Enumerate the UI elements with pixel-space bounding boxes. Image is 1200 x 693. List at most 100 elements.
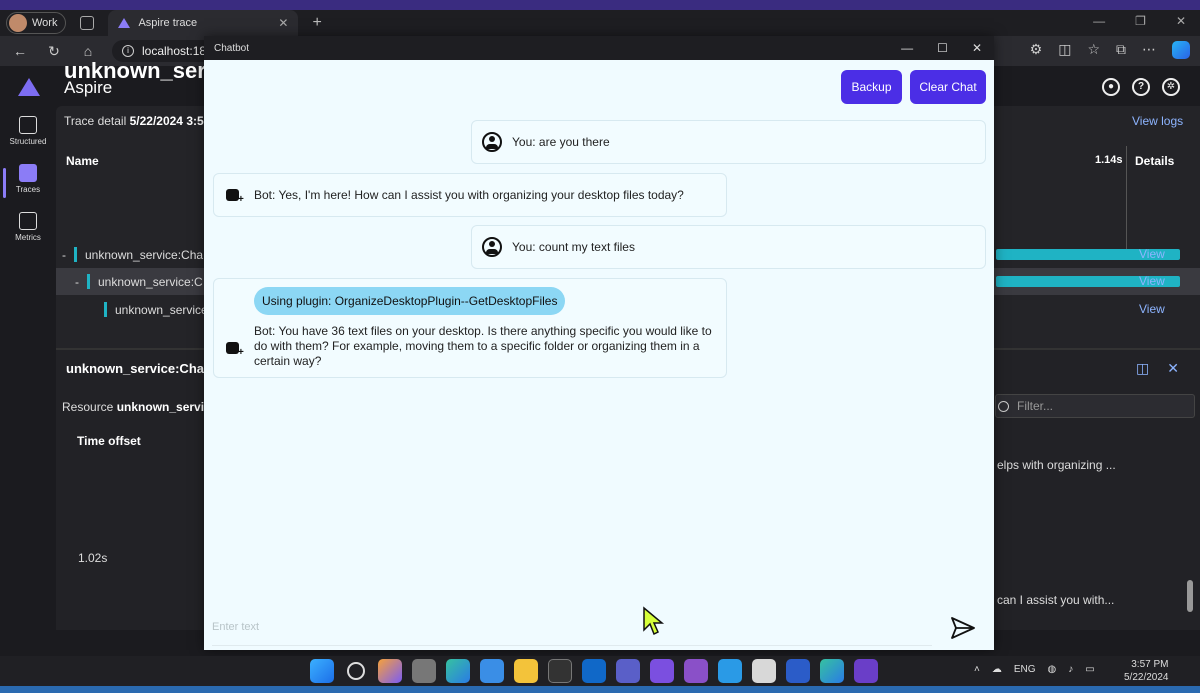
new-tab-icon[interactable]: + bbox=[312, 14, 321, 32]
time-offset-value: 1.02s bbox=[78, 551, 108, 565]
screen-bottom-edge bbox=[0, 686, 1200, 693]
span-color-mark bbox=[104, 302, 107, 317]
github-icon[interactable]: ● bbox=[1102, 78, 1120, 96]
docker-icon[interactable] bbox=[718, 659, 742, 683]
view-logs-link[interactable]: View logs bbox=[1132, 114, 1183, 128]
edge-icon[interactable] bbox=[446, 659, 470, 683]
volume-icon[interactable]: ♪ bbox=[1068, 664, 1073, 675]
chatbot-window-title: Chatbot bbox=[214, 42, 250, 54]
collapse-toggle[interactable]: - bbox=[75, 275, 79, 289]
maximize-icon[interactable]: ☐ bbox=[937, 41, 948, 55]
visual-studio-code-icon[interactable] bbox=[650, 659, 674, 683]
view-details-link[interactable]: View bbox=[1139, 302, 1165, 316]
collapse-toggle[interactable]: - bbox=[62, 248, 66, 262]
taskbar-clock[interactable]: 3:57 PM 5/22/2024 bbox=[1124, 658, 1169, 684]
span-name: unknown_service:C bbox=[98, 274, 203, 289]
close-panel-icon[interactable]: ✕ bbox=[1167, 360, 1179, 377]
clock-time: 3:57 PM bbox=[1131, 659, 1169, 670]
file-explorer-icon[interactable] bbox=[514, 659, 538, 683]
backup-button[interactable]: Backup bbox=[841, 70, 902, 104]
chat-input[interactable]: Enter text bbox=[212, 608, 932, 646]
maximize-icon[interactable]: ❐ bbox=[1135, 14, 1146, 28]
dotnet-icon[interactable] bbox=[854, 659, 878, 683]
minimize-icon[interactable]: — bbox=[901, 41, 913, 55]
close-window-icon[interactable]: ✕ bbox=[1176, 14, 1186, 28]
trace-detail-value: 5/22/2024 3:5 bbox=[129, 114, 204, 128]
outlook-icon[interactable] bbox=[582, 659, 606, 683]
language-indicator[interactable]: ENG bbox=[1014, 664, 1036, 675]
clock-date: 5/22/2024 bbox=[1124, 672, 1169, 683]
collections-icon[interactable]: ⧉ bbox=[1116, 41, 1126, 59]
browser-tab-bar: Work Aspire trace ✕ + — ❐ ✕ bbox=[0, 10, 1200, 36]
filter-input[interactable]: Filter... bbox=[995, 394, 1195, 418]
view-details-link[interactable]: View bbox=[1139, 247, 1165, 261]
search-icon bbox=[998, 400, 1009, 412]
split-screen-icon[interactable]: ◫ bbox=[1058, 41, 1071, 59]
plugin-badge: Using plugin: OrganizeDesktopPlugin--Get… bbox=[254, 287, 566, 315]
scrollbar-thumb[interactable] bbox=[1187, 580, 1193, 612]
visual-studio-icon[interactable] bbox=[684, 659, 708, 683]
extensions-icon[interactable]: ⚙ bbox=[1030, 41, 1043, 59]
system-tray: ˄ ☁ ENG ◍ ♪ ▭ bbox=[974, 664, 1095, 675]
user-avatar-icon bbox=[482, 237, 502, 257]
close-tab-icon[interactable]: ✕ bbox=[278, 16, 288, 30]
message-text: Bot: Yes, I'm here! How can I assist you… bbox=[254, 188, 684, 202]
trace-detail: Trace detail 5/22/2024 3:5 bbox=[64, 114, 204, 128]
nav-structured[interactable]: Structured bbox=[0, 116, 56, 146]
store-icon[interactable] bbox=[480, 659, 504, 683]
help-icon[interactable]: ? bbox=[1132, 78, 1150, 96]
refresh-icon[interactable]: ↻ bbox=[40, 43, 68, 60]
aspire-favicon-icon bbox=[118, 18, 131, 28]
copilot-icon[interactable] bbox=[1172, 41, 1190, 59]
settings-gear-icon[interactable]: ✲ bbox=[1162, 78, 1180, 96]
battery-icon[interactable]: ▭ bbox=[1085, 664, 1094, 675]
chat-toolbar: Backup Clear Chat bbox=[204, 60, 994, 114]
nav-label: Structured bbox=[9, 137, 47, 146]
close-window-icon[interactable]: ✕ bbox=[972, 41, 982, 55]
column-divider bbox=[1126, 146, 1127, 256]
span-color-mark bbox=[74, 247, 77, 262]
send-icon[interactable] bbox=[950, 616, 976, 640]
clear-chat-button[interactable]: Clear Chat bbox=[910, 70, 986, 104]
onedrive-icon[interactable]: ☁ bbox=[992, 664, 1002, 675]
back-icon[interactable]: ← bbox=[6, 43, 34, 59]
message-text: Bot: You have 36 text files on your desk… bbox=[254, 324, 712, 368]
site-info-icon[interactable]: i bbox=[122, 45, 134, 57]
search-icon[interactable] bbox=[347, 662, 365, 680]
teams-icon[interactable] bbox=[616, 659, 640, 683]
copilot-app-icon[interactable] bbox=[378, 659, 402, 683]
minimize-icon[interactable]: — bbox=[1093, 14, 1105, 28]
resource-key: Resource bbox=[62, 400, 114, 414]
browser-window-controls: — ❐ ✕ bbox=[1093, 14, 1186, 28]
nav-traces[interactable]: Traces bbox=[0, 164, 56, 198]
browser-tab-aspire-trace[interactable]: Aspire trace ✕ bbox=[108, 10, 299, 36]
more-icon[interactable]: ⋯ bbox=[1142, 41, 1156, 59]
split-view-icon[interactable]: ◫ bbox=[1136, 360, 1149, 377]
event-text: elps with organizing ... bbox=[997, 458, 1116, 472]
chart-app-icon[interactable] bbox=[752, 659, 776, 683]
page-title: unknown_ser bbox=[64, 58, 206, 83]
column-header-duration: 1.14s bbox=[1095, 154, 1123, 166]
time-offset-header: Time offset bbox=[77, 434, 141, 448]
detail-scrollbar[interactable] bbox=[1187, 430, 1193, 612]
mouse-cursor-icon bbox=[643, 606, 665, 636]
workspaces-icon[interactable] bbox=[80, 16, 95, 30]
chevron-up-icon[interactable]: ˄ bbox=[974, 664, 980, 675]
taskbar-apps bbox=[310, 659, 878, 683]
message-text: You: count my text files bbox=[512, 240, 635, 254]
terminal-icon[interactable] bbox=[548, 659, 572, 683]
window-top-edge bbox=[0, 0, 1200, 10]
column-header-name: Name bbox=[66, 154, 99, 168]
view-details-link[interactable]: View bbox=[1139, 274, 1165, 288]
edge-dev-icon[interactable] bbox=[820, 659, 844, 683]
home-icon[interactable]: ⌂ bbox=[74, 43, 102, 59]
nav-metrics[interactable]: Metrics bbox=[0, 212, 56, 242]
word-icon[interactable] bbox=[786, 659, 810, 683]
profile-button[interactable]: Work bbox=[6, 12, 67, 34]
task-view-icon[interactable] bbox=[412, 659, 436, 683]
favorites-icon[interactable]: ☆ bbox=[1087, 41, 1100, 59]
nav-label: Traces bbox=[15, 185, 41, 194]
network-icon[interactable]: ◍ bbox=[1048, 664, 1057, 675]
nav-label: Metrics bbox=[15, 233, 41, 242]
start-icon[interactable] bbox=[310, 659, 334, 683]
